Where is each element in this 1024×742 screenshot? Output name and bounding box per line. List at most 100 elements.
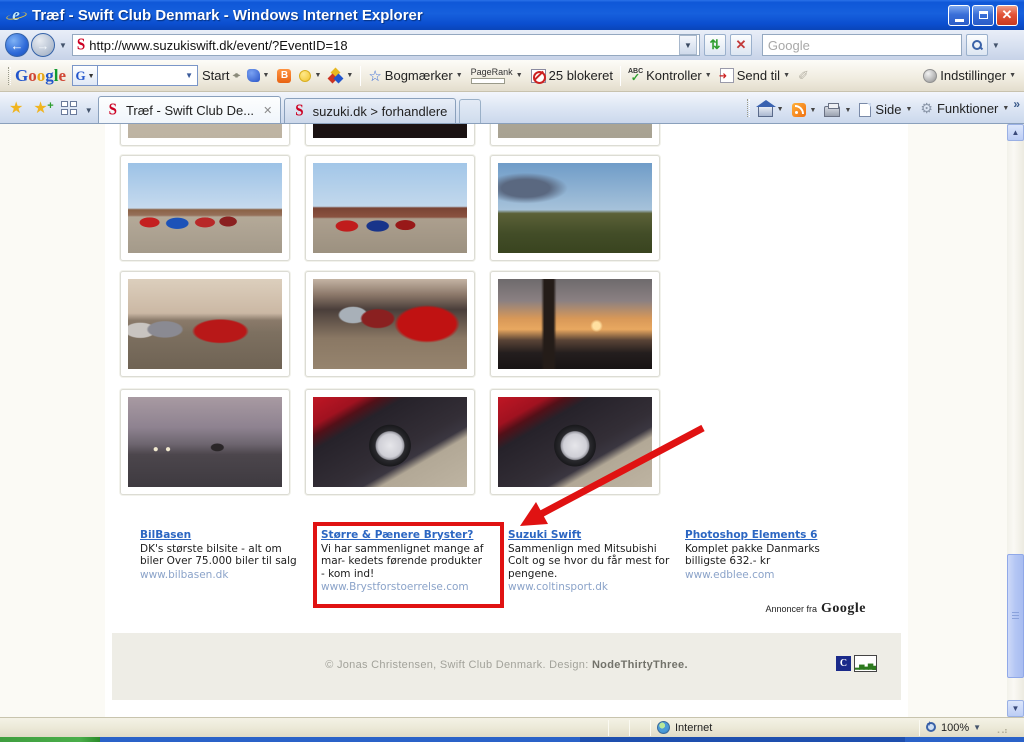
address-input[interactable] bbox=[89, 38, 679, 53]
google-logo: Google bbox=[15, 66, 66, 86]
photo-thumbnail[interactable] bbox=[120, 389, 290, 495]
commandbar-grip[interactable] bbox=[747, 99, 750, 117]
start-button[interactable]: Start◂▸ bbox=[198, 66, 243, 85]
custom-cube-button[interactable]: ▼ bbox=[325, 67, 357, 85]
ad-body: Sammenlign med Mitsubishi Colt og se hvo… bbox=[508, 543, 688, 581]
ad-url-link[interactable]: www.coltinsport.dk bbox=[508, 581, 688, 594]
page-menu-button[interactable]: Side▼ bbox=[855, 102, 916, 123]
pagerank-widget[interactable]: PageRank▼ bbox=[467, 66, 527, 86]
ad-url-link[interactable]: www.bilbasen.dk bbox=[140, 569, 320, 582]
highlighter-button[interactable]: ✐ bbox=[794, 66, 813, 86]
internet-globe-icon bbox=[657, 721, 670, 734]
ad-title-link[interactable]: Suzuki Swift bbox=[508, 529, 688, 542]
new-tab-stub[interactable] bbox=[459, 99, 481, 123]
refresh-button[interactable]: ⇅ bbox=[704, 34, 726, 56]
google-search-field[interactable]: ▼ bbox=[98, 65, 198, 86]
toolbar-grip[interactable] bbox=[8, 67, 11, 85]
home-button[interactable]: ▼ bbox=[754, 101, 788, 123]
feeds-button[interactable]: ▼ bbox=[788, 103, 821, 123]
search-options-dropdown[interactable]: ▼ bbox=[992, 41, 1000, 50]
windows-taskbar-edge[interactable] bbox=[0, 737, 1024, 742]
close-button[interactable]: ✕ bbox=[996, 5, 1018, 26]
page-content: BilBasen DK's største bilsite - alt om b… bbox=[105, 124, 908, 717]
google-g-dropdown[interactable]: G▼ bbox=[72, 65, 98, 86]
ad-title-link[interactable]: Photoshop Elements 6 bbox=[685, 529, 860, 542]
copyright-badge[interactable]: C bbox=[836, 656, 851, 671]
google-wordmark: Google bbox=[821, 601, 866, 617]
sendto-icon bbox=[720, 68, 734, 83]
visitor-counter-icon[interactable]: ▂▅▃▆▄ bbox=[854, 655, 877, 672]
tab-list-dropdown[interactable]: ▼ bbox=[85, 106, 93, 123]
stop-button[interactable]: ✕ bbox=[730, 34, 752, 56]
photo-image bbox=[313, 397, 467, 487]
ad-title-link[interactable]: BilBasen bbox=[140, 529, 320, 542]
photo-thumbnail[interactable] bbox=[120, 155, 290, 261]
photo-thumbnail[interactable] bbox=[305, 271, 475, 377]
gear-icon: ⚙ bbox=[920, 100, 933, 117]
back-button[interactable]: ← bbox=[5, 33, 29, 57]
photo-thumbnail-partial[interactable] bbox=[305, 124, 475, 146]
photo-image bbox=[128, 163, 282, 253]
address-dropdown[interactable]: ▼ bbox=[679, 35, 697, 55]
photo-thumbnail[interactable] bbox=[490, 389, 660, 495]
page-viewport: BilBasen DK's største bilsite - alt om b… bbox=[0, 124, 1024, 717]
yellow-dot-icon bbox=[299, 70, 311, 82]
printer-icon bbox=[824, 106, 840, 117]
settings-button[interactable]: Indstillinger▼ bbox=[919, 66, 1020, 85]
popup-blocker-button[interactable]: 25 blokeret bbox=[527, 66, 617, 85]
footer: © Jonas Christensen, Swift Club Denmark.… bbox=[112, 633, 901, 700]
favorites-center-button[interactable]: ★ bbox=[4, 98, 28, 123]
browser-window: e Træf - Swift Club Denmark - Windows In… bbox=[0, 0, 1024, 742]
taskbar-button-edge[interactable] bbox=[580, 737, 905, 742]
commandbar-overflow-button[interactable]: » bbox=[1013, 97, 1020, 123]
ads-attribution-text: Annoncer fra bbox=[765, 604, 817, 614]
photo-thumbnail[interactable] bbox=[305, 155, 475, 261]
add-favorite-button[interactable]: ★ bbox=[28, 98, 52, 123]
status-message-pane bbox=[0, 718, 608, 737]
print-button[interactable]: ▼ bbox=[820, 103, 855, 123]
photo-image bbox=[498, 124, 652, 138]
photo-thumbnail-partial[interactable] bbox=[490, 124, 660, 146]
vertical-scrollbar[interactable]: ▲ ▼ bbox=[1007, 124, 1024, 717]
photo-thumbnail[interactable] bbox=[490, 155, 660, 261]
scroll-up-button[interactable]: ▲ bbox=[1007, 124, 1024, 141]
history-dropdown[interactable]: ▼ bbox=[59, 41, 67, 50]
highlight-button[interactable]: ▼ bbox=[295, 68, 325, 84]
search-go-button[interactable] bbox=[966, 34, 988, 56]
photo-thumbnail-partial[interactable] bbox=[120, 124, 290, 146]
photo-thumbnail[interactable] bbox=[490, 271, 660, 377]
quick-tabs-button[interactable] bbox=[53, 101, 81, 123]
sendto-button[interactable]: Send til▼ bbox=[716, 66, 794, 85]
start-button-edge[interactable] bbox=[0, 737, 100, 742]
designer-credit[interactable]: NodeThirtyThree. bbox=[592, 659, 688, 671]
tab-close-icon[interactable]: ✕ bbox=[263, 104, 272, 117]
ad-url-link[interactable]: www.edblee.com bbox=[685, 569, 860, 582]
tools-menu-button[interactable]: ⚙Funktioner▼ bbox=[916, 100, 1013, 123]
zoom-control[interactable]: 100% ▼ bbox=[920, 718, 992, 737]
photo-image bbox=[128, 124, 282, 138]
google-search-history-dropdown[interactable]: ▼ bbox=[181, 71, 197, 80]
suzuki-favicon: S bbox=[77, 35, 85, 55]
scroll-down-button[interactable]: ▼ bbox=[1007, 700, 1024, 717]
custom-button-blue[interactable]: ▼ bbox=[243, 67, 274, 84]
tab-inactive[interactable]: S suzuki.dk > forhandlere bbox=[284, 98, 456, 123]
scrollbar-thumb[interactable] bbox=[1007, 554, 1024, 678]
google-search-combo: G▼ ▼ bbox=[72, 65, 198, 86]
photo-image bbox=[128, 397, 282, 487]
forward-button[interactable]: → bbox=[31, 33, 55, 57]
search-box bbox=[762, 34, 962, 56]
photo-image bbox=[498, 397, 652, 487]
zoom-dropdown[interactable]: ▼ bbox=[973, 723, 981, 732]
search-input[interactable] bbox=[763, 38, 961, 53]
ad-suzuki-swift: Suzuki Swift Sammenlign med Mitsubishi C… bbox=[508, 529, 688, 594]
photo-thumbnail[interactable] bbox=[305, 389, 475, 495]
restore-button[interactable] bbox=[972, 5, 994, 26]
minimize-button[interactable] bbox=[948, 5, 970, 26]
spellcheck-button[interactable]: ABC✓Kontroller▼ bbox=[624, 66, 716, 86]
tab-active[interactable]: S Træf - Swift Club De... ✕ bbox=[98, 96, 282, 123]
blogger-button[interactable]: B bbox=[273, 67, 295, 85]
bookmarks-button[interactable]: ☆Bogmærker▼ bbox=[364, 65, 466, 87]
photo-thumbnail[interactable] bbox=[120, 271, 290, 377]
page-icon bbox=[859, 103, 871, 117]
resize-grip[interactable] bbox=[994, 721, 1008, 735]
